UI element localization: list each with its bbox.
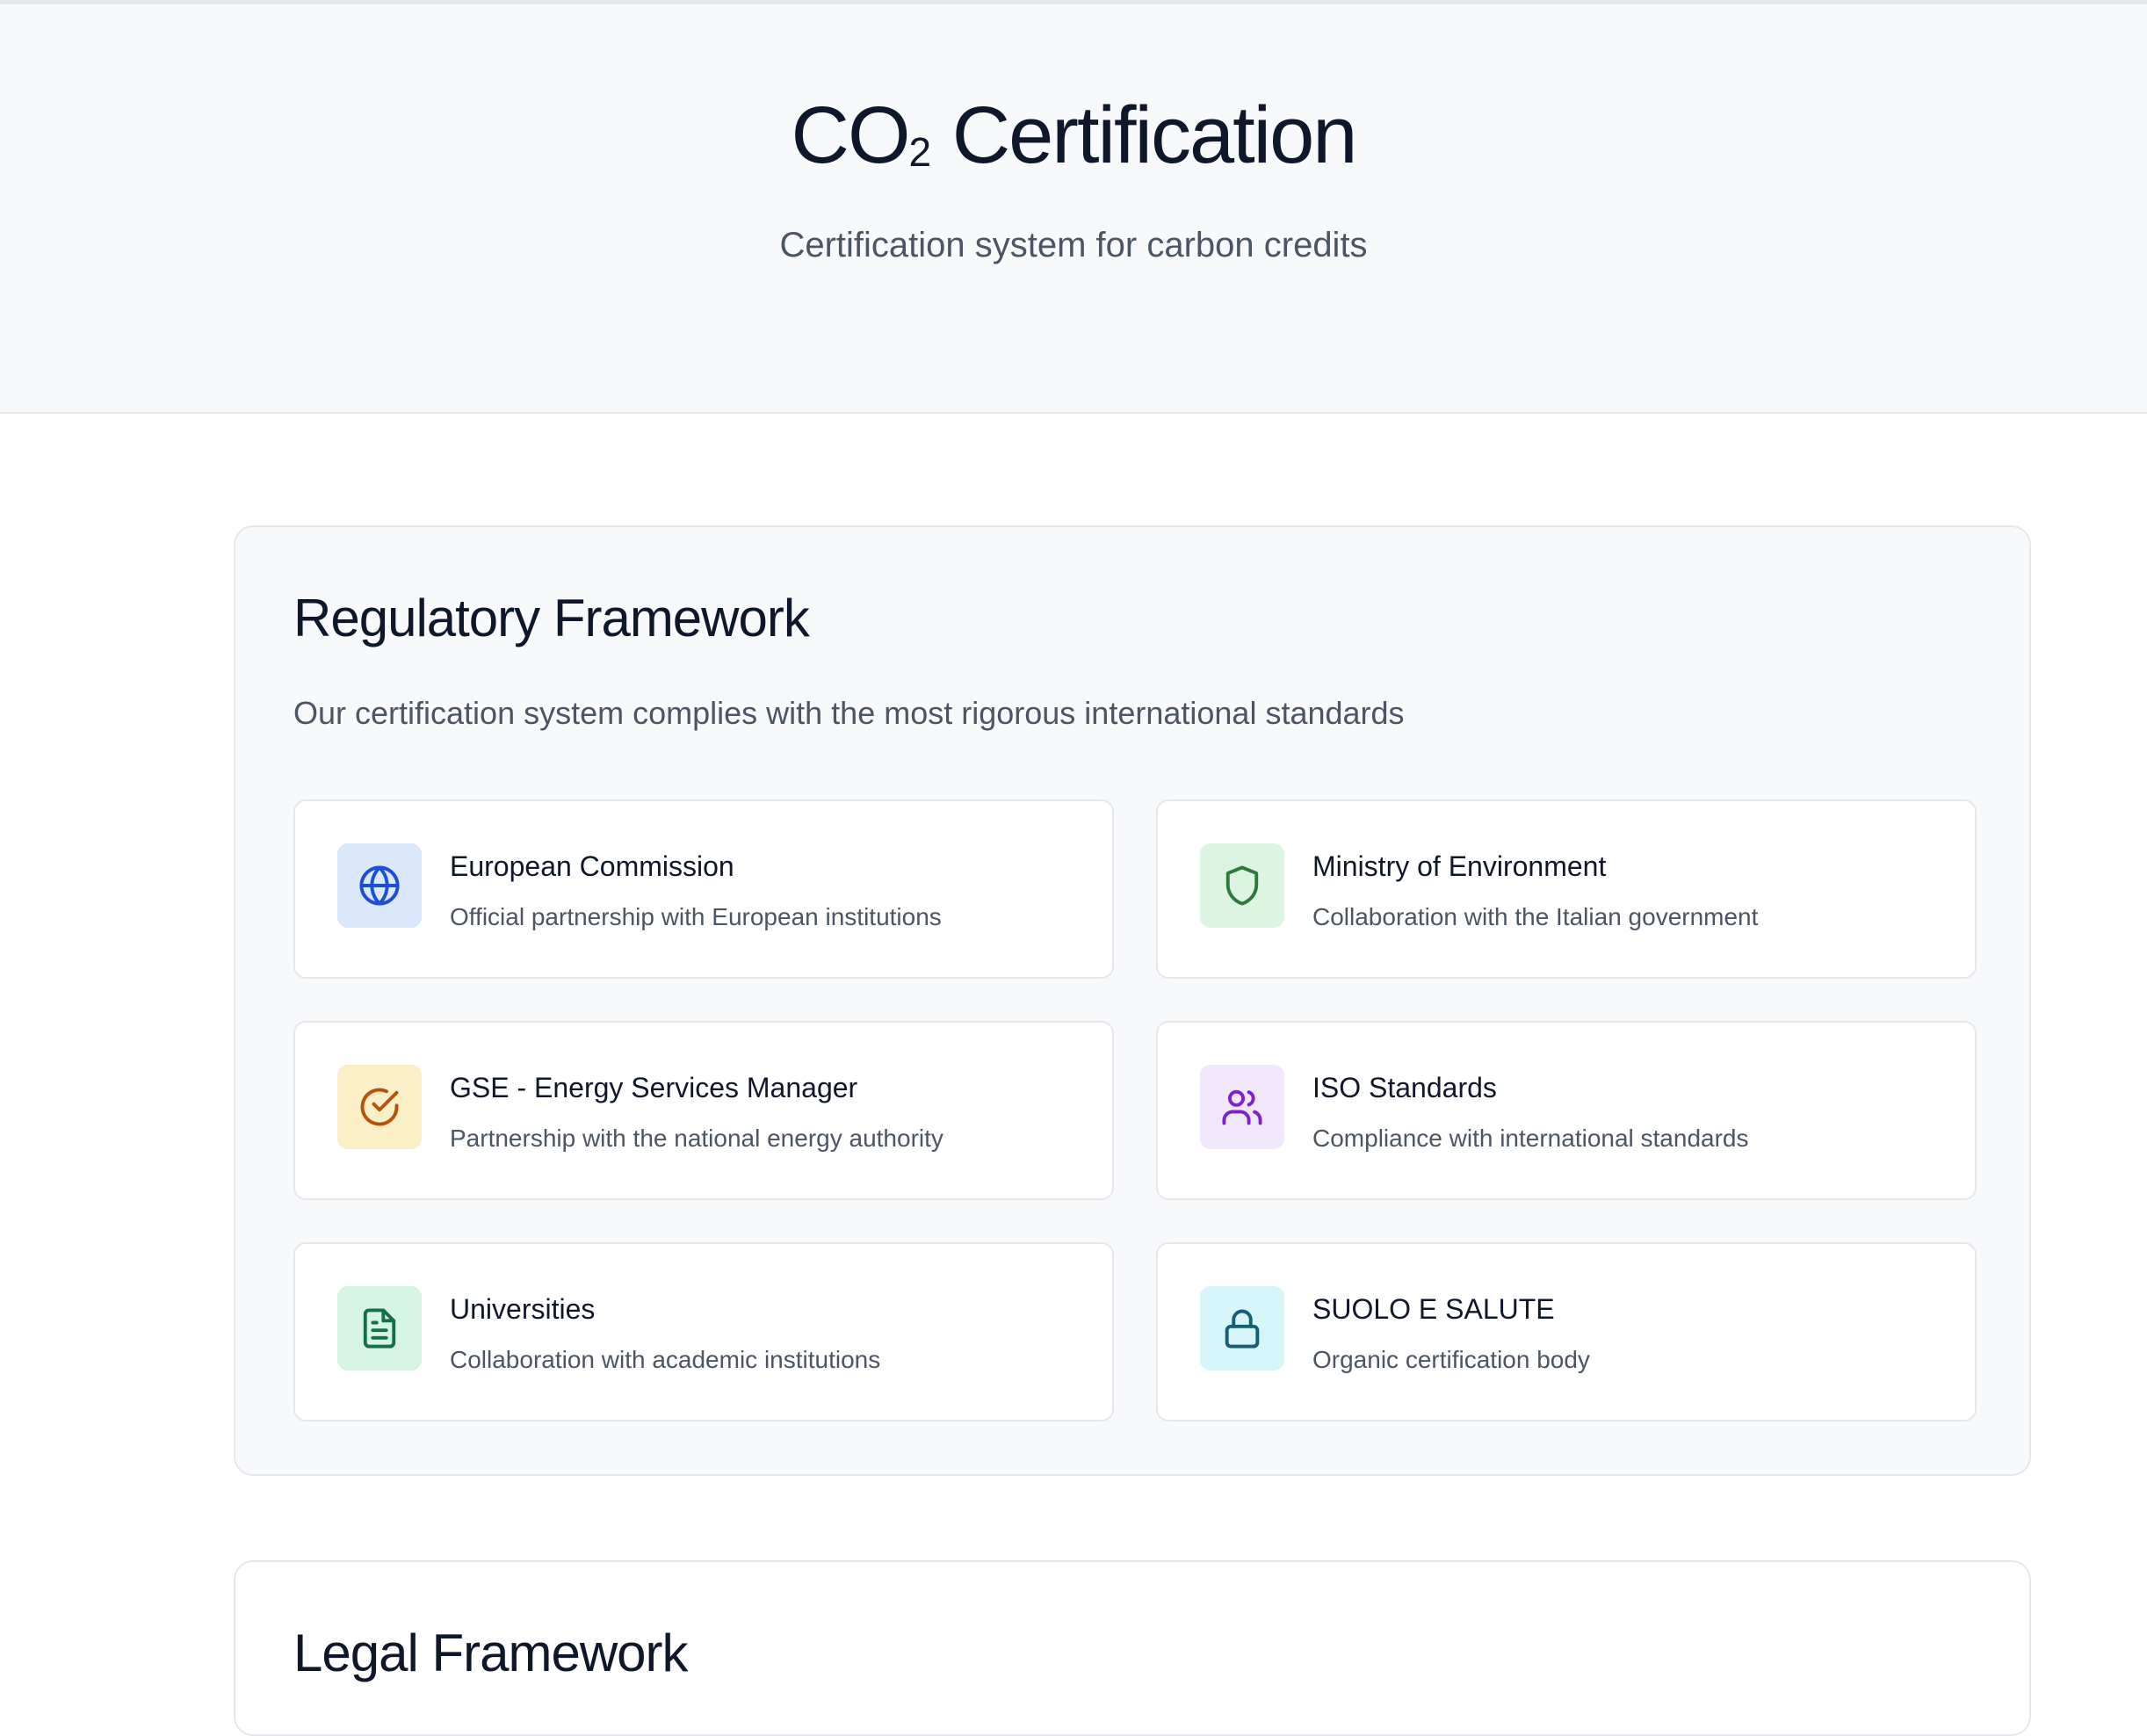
icon-badge xyxy=(1200,1065,1284,1149)
title-rest: Certification xyxy=(931,90,1358,180)
card-title: ISO Standards xyxy=(1312,1072,1497,1103)
users-icon xyxy=(1222,1089,1262,1125)
icon-badge xyxy=(337,843,422,928)
shield-icon xyxy=(1225,865,1259,906)
card-title: European Commission xyxy=(450,850,734,882)
card-title: Ministry of Environment xyxy=(1312,850,1607,882)
card-ministry-of-environment[interactable]: Ministry of Environment Collaboration wi… xyxy=(1156,799,1977,979)
icon-badge xyxy=(1200,843,1284,928)
card-gse[interactable]: GSE - Energy Services Manager Partnershi… xyxy=(293,1021,1114,1200)
card-description: Official partnership with European insti… xyxy=(450,903,942,930)
globe-icon xyxy=(359,865,400,906)
title-co: CO xyxy=(791,90,911,180)
card-title: GSE - Energy Services Manager xyxy=(450,1072,858,1103)
card-european-commission[interactable]: European Commission Official partnership… xyxy=(293,799,1114,979)
document-icon xyxy=(363,1308,396,1349)
lock-icon xyxy=(1225,1309,1260,1349)
card-suolo-e-salute[interactable]: SUOLO E SALUTE Organic certification bod… xyxy=(1156,1242,1977,1421)
page-title: CO2 Certification xyxy=(0,87,2147,197)
card-iso-standards[interactable]: ISO Standards Compliance with internatio… xyxy=(1156,1021,1977,1200)
section-description: Our certification system complies with t… xyxy=(293,695,1405,731)
title-subscript: 2 xyxy=(908,129,932,175)
card-description: Collaboration with the Italian governmen… xyxy=(1312,903,1759,930)
hero-header: CO2 Certification Certification system f… xyxy=(0,4,2147,414)
card-title: Universities xyxy=(450,1293,596,1325)
card-universities[interactable]: Universities Collaboration with academic… xyxy=(293,1242,1114,1421)
card-description: Collaboration with academic institutions xyxy=(450,1346,881,1373)
section-title: Legal Framework xyxy=(293,1624,689,1682)
icon-badge xyxy=(337,1286,422,1371)
section-title: Regulatory Framework xyxy=(293,589,810,647)
card-description: Partnership with the national energy aut… xyxy=(450,1125,943,1152)
page-subtitle: Certification system for carbon credits xyxy=(779,226,1368,264)
legal-framework-section: Legal Framework xyxy=(234,1560,2031,1736)
icon-badge xyxy=(1200,1286,1284,1371)
check-circle-icon xyxy=(360,1088,399,1126)
regulatory-framework-section: Regulatory Framework Our certification s… xyxy=(234,525,2031,1476)
icon-badge xyxy=(337,1065,422,1149)
card-description: Compliance with international standards xyxy=(1312,1125,1749,1152)
card-title: SUOLO E SALUTE xyxy=(1312,1293,1555,1325)
card-description: Organic certification body xyxy=(1312,1346,1590,1373)
